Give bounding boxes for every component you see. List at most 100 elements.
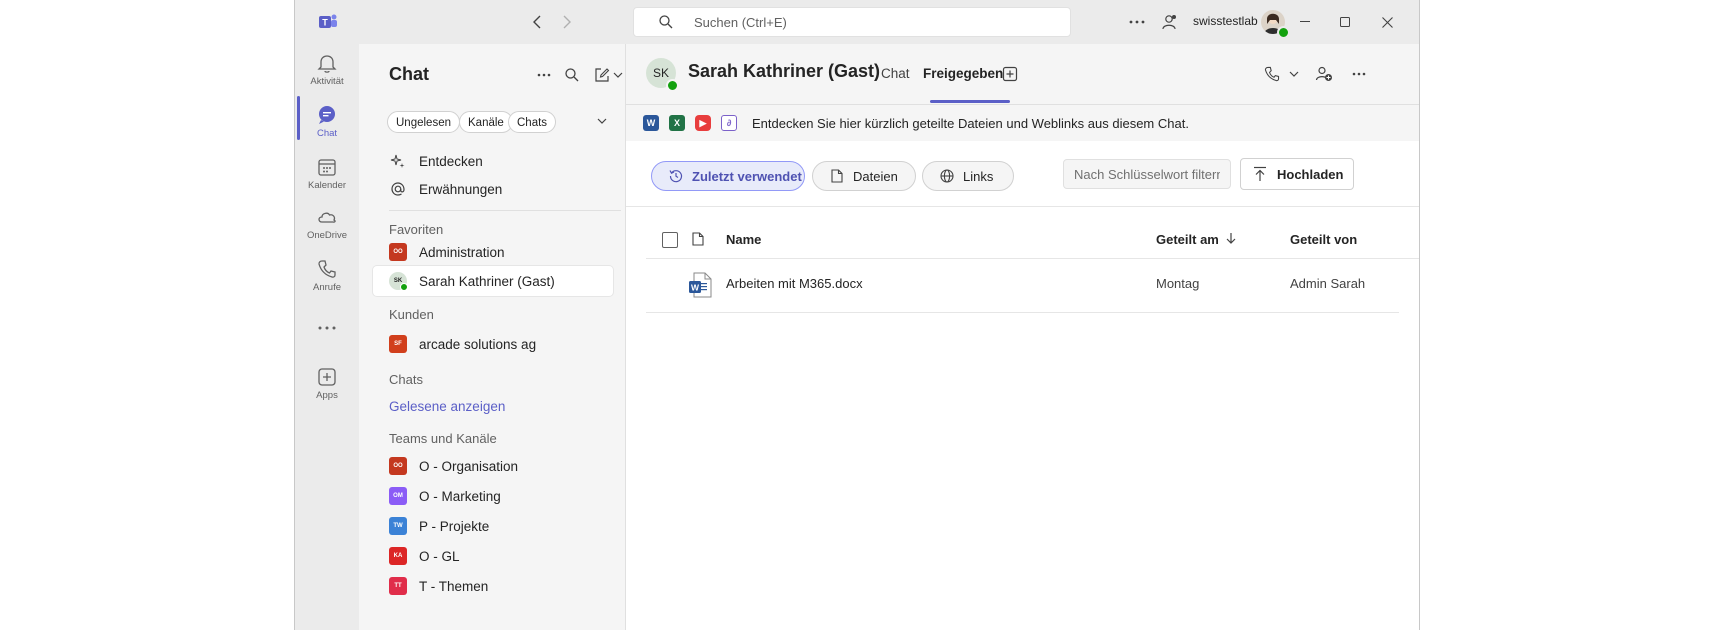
close-icon[interactable]: [1377, 12, 1397, 32]
filter-files[interactable]: Dateien: [812, 161, 916, 191]
rail-label: Kalender: [307, 180, 347, 191]
rail-label: Chat: [316, 128, 338, 139]
filter-recent[interactable]: Zuletzt verwendet: [651, 161, 805, 191]
team-avatar: OM: [389, 487, 407, 505]
item-label: T - Themen: [419, 578, 489, 594]
new-chat-chevron-icon[interactable]: [609, 66, 627, 84]
svg-text:T: T: [322, 18, 328, 28]
show-read-link[interactable]: Gelesene anzeigen: [389, 399, 505, 414]
table-row[interactable]: W Arbeiten mit M365.docx Montag Admin Sa…: [646, 258, 1399, 313]
shared-info-banner: W X ▶ ∂ Entdecken Sie hier kürzlich gete…: [626, 105, 1419, 141]
panel-divider: [389, 210, 621, 211]
file-name[interactable]: Arbeiten mit M365.docx: [726, 276, 863, 291]
globe-icon: [939, 168, 955, 184]
filter-channels[interactable]: Kanäle: [459, 111, 513, 133]
team-item-themen[interactable]: TT T - Themen: [373, 571, 613, 601]
team-item-gl[interactable]: KA O - GL: [373, 541, 613, 571]
toolbar-divider: [626, 206, 1419, 207]
add-people-icon[interactable]: [1314, 64, 1334, 84]
at-icon: [389, 180, 407, 198]
filter-expand-chevron-icon[interactable]: [593, 112, 611, 130]
item-label: O - Marketing: [419, 488, 501, 504]
rail-item-chat[interactable]: Chat: [295, 100, 359, 146]
call-chevron-icon[interactable]: [1284, 64, 1304, 84]
panel-more-icon[interactable]: [535, 66, 553, 84]
more-options-icon[interactable]: [1127, 12, 1147, 32]
section-customers[interactable]: Kunden: [389, 307, 434, 322]
sparkle-icon: [389, 152, 407, 170]
file-shared-on: Montag: [1156, 276, 1200, 291]
team-item-projekte[interactable]: TW P - Projekte: [373, 511, 613, 541]
upload-icon: [1254, 166, 1266, 181]
item-discover[interactable]: Entdecken: [373, 146, 613, 176]
chat-item-arcade-solutions[interactable]: SF arcade solutions ag: [373, 329, 613, 359]
back-arrow-icon[interactable]: [527, 12, 547, 32]
panel-search-icon[interactable]: [563, 66, 581, 84]
word-icon: W: [643, 115, 659, 131]
tenant-name[interactable]: swisstestlab: [1193, 14, 1258, 28]
chat-item-sarah-kathriner[interactable]: SK Sarah Kathriner (Gast): [373, 266, 613, 296]
minimize-icon[interactable]: [1295, 12, 1315, 32]
column-name[interactable]: Name: [726, 232, 761, 247]
upload-button[interactable]: Hochladen: [1240, 158, 1354, 190]
cloud-icon: [318, 212, 336, 223]
org-switch-icon[interactable]: [1159, 12, 1179, 32]
active-tab-indicator: [930, 100, 1010, 103]
rail-label: OneDrive: [306, 230, 348, 241]
team-avatar: KA: [389, 547, 407, 565]
rail-item-calls[interactable]: Anrufe: [295, 254, 359, 300]
add-tab-icon[interactable]: [1000, 64, 1020, 84]
column-shared-on[interactable]: Geteilt am: [1156, 232, 1236, 247]
rail-item-apps[interactable]: Apps: [295, 362, 359, 408]
chat-icon: [319, 106, 335, 124]
excel-icon: X: [669, 115, 685, 131]
banner-text: Entdecken Sie hier kürzlich geteilte Dat…: [752, 116, 1189, 131]
call-icon[interactable]: [1262, 64, 1282, 84]
tab-chat[interactable]: Chat: [881, 66, 910, 81]
section-favorites[interactable]: Favoriten: [389, 222, 443, 237]
tab-shared[interactable]: Freigegeben: [923, 66, 1003, 81]
team-item-marketing[interactable]: OM O - Marketing: [373, 481, 613, 511]
item-label: P - Projekte: [419, 518, 490, 534]
keyword-filter-input[interactable]: [1063, 159, 1231, 189]
presence-dot: [400, 283, 408, 291]
teams-logo-icon[interactable]: T: [317, 11, 339, 33]
maximize-icon[interactable]: [1335, 12, 1355, 32]
svg-text:W: W: [691, 283, 700, 293]
rail-item-onedrive[interactable]: OneDrive: [295, 202, 359, 248]
item-label: Administration: [419, 244, 505, 260]
rail-label: Anrufe: [313, 282, 341, 293]
team-avatar: OO: [389, 243, 407, 261]
filter-label: Links: [963, 168, 994, 184]
plus-square-icon: [318, 368, 336, 386]
forward-arrow-icon[interactable]: [557, 12, 577, 32]
more-dots-icon: [318, 326, 336, 330]
section-chats[interactable]: Chats: [389, 372, 423, 387]
filter-label: Dateien: [853, 168, 898, 184]
rail-more-apps[interactable]: [295, 318, 359, 342]
phone-icon: [318, 260, 336, 278]
word-document-icon: W: [689, 272, 712, 298]
select-all-checkbox[interactable]: [662, 232, 678, 248]
presence-dot: [666, 79, 679, 92]
panel-title: Chat: [389, 64, 429, 84]
item-mentions[interactable]: Erwähnungen: [373, 174, 613, 204]
team-item-organisation[interactable]: OO O - Organisation: [373, 451, 613, 481]
rail-item-calendar[interactable]: Kalender: [295, 152, 359, 198]
filter-chats[interactable]: Chats: [508, 111, 557, 133]
header-more-icon[interactable]: [1349, 64, 1369, 84]
item-label: Sarah Kathriner (Gast): [419, 273, 555, 289]
search-box[interactable]: [633, 7, 1071, 37]
chat-item-administration[interactable]: OO Administration: [373, 237, 613, 267]
files-table-header: Name Geteilt am Geteilt von: [646, 222, 1419, 259]
file-type-column-icon[interactable]: [692, 232, 704, 246]
team-avatar: OO: [389, 457, 407, 475]
rail-item-activity[interactable]: Aktivität: [295, 48, 359, 94]
filter-links[interactable]: Links: [922, 161, 1014, 191]
filter-unread[interactable]: Ungelesen: [387, 111, 460, 133]
bell-icon: [317, 55, 337, 73]
section-teams[interactable]: Teams und Kanäle: [389, 431, 497, 446]
search-input[interactable]: [692, 13, 996, 31]
column-shared-by[interactable]: Geteilt von: [1290, 232, 1357, 247]
item-label: arcade solutions ag: [419, 336, 537, 352]
